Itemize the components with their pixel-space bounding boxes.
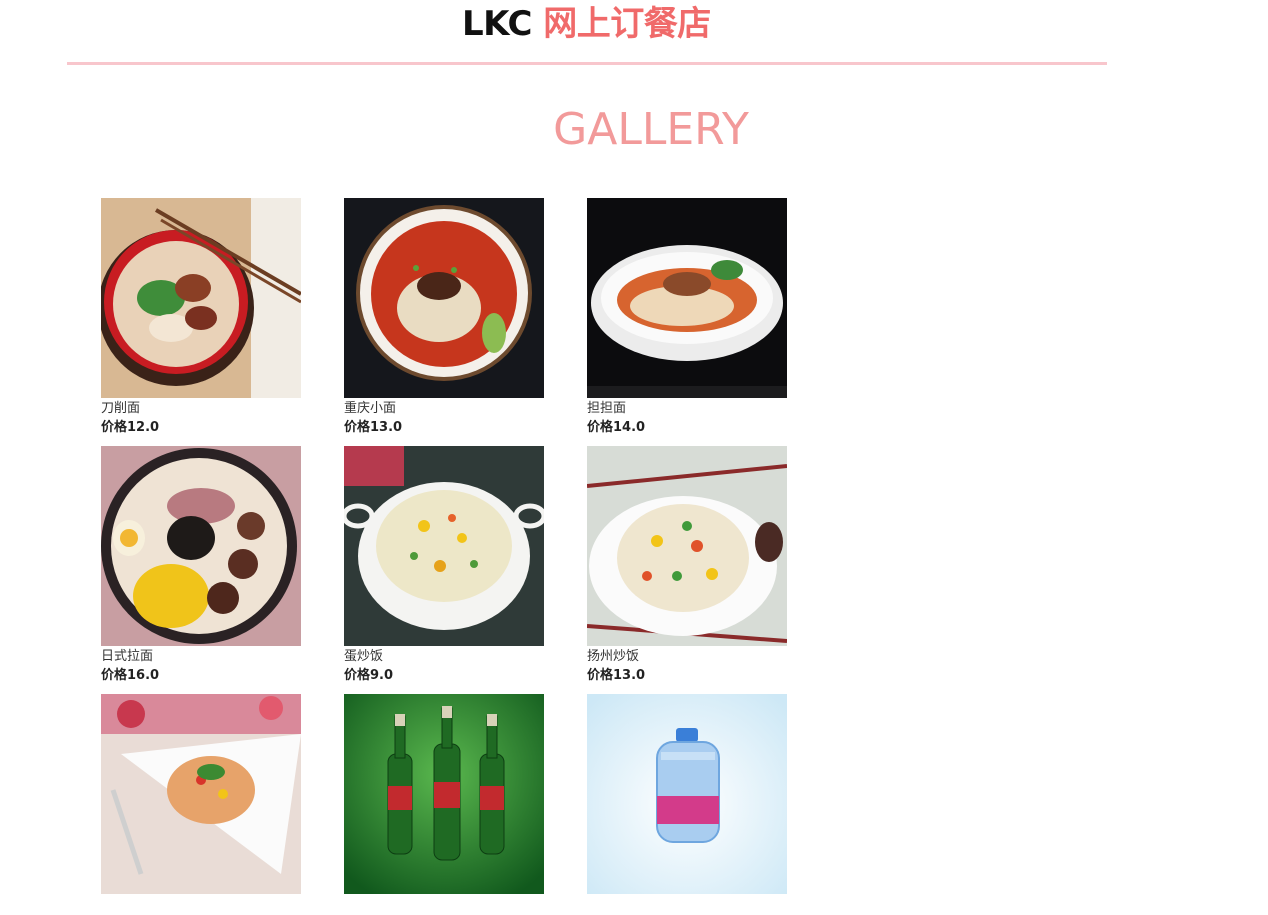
menu-item-name [101,895,301,915]
brand-chinese: 网上订餐店 [543,4,711,44]
menu-item-name: 刀削面 [101,401,141,416]
food-image-egg-fried-rice[interactable] [344,446,544,646]
menu-item-price: 价格9.0 [344,668,394,683]
menu-item-card: 扬州炒饭 价格13.0 [587,446,787,685]
food-image-daoxiao-noodle[interactable] [101,198,301,398]
food-image-yangzhou-fried-rice[interactable] [587,446,787,646]
gallery-title: GALLERY [553,104,749,155]
menu-item-card: 刀削面 价格12.0 [101,198,301,437]
menu-item-card: 担担面 价格14.0 [587,198,787,437]
menu-item-name: 日式拉面 [101,649,154,664]
header-divider [67,62,1107,65]
food-image-ramen[interactable] [101,446,301,646]
menu-item-card [587,694,787,915]
menu-item-price: 价格13.0 [344,420,403,435]
menu-item-name: 担担面 [587,401,627,416]
menu-item-card: 重庆小面 价格13.0 [344,198,544,437]
site-header: LKC 网上订餐店 [0,0,1268,44]
food-image-dandan-noodle[interactable] [587,198,787,398]
menu-item-card [101,694,301,915]
menu-item-card: 日式拉面 价格16.0 [101,446,301,685]
menu-item-card [344,694,544,915]
food-image-fried-rice-dish[interactable] [101,694,301,894]
menu-item-name: 蛋炒饭 [344,649,384,664]
menu-item-card: 蛋炒饭 价格9.0 [344,446,544,685]
brand-latin: LKC [462,4,532,44]
menu-item-price: 价格16.0 [101,668,160,683]
drink-image-beer[interactable] [344,694,544,894]
site-brand[interactable]: LKC 网上订餐店 [462,0,711,45]
drink-image-water[interactable] [587,694,787,894]
menu-item-price: 价格13.0 [587,668,646,683]
menu-item-name [344,895,544,915]
menu-item-name: 扬州炒饭 [587,649,640,664]
menu-item-price: 价格12.0 [101,420,160,435]
food-image-chongqing-noodle[interactable] [344,198,544,398]
menu-item-name: 重庆小面 [344,401,397,416]
menu-item-name [587,895,787,915]
menu-item-price: 价格14.0 [587,420,646,435]
